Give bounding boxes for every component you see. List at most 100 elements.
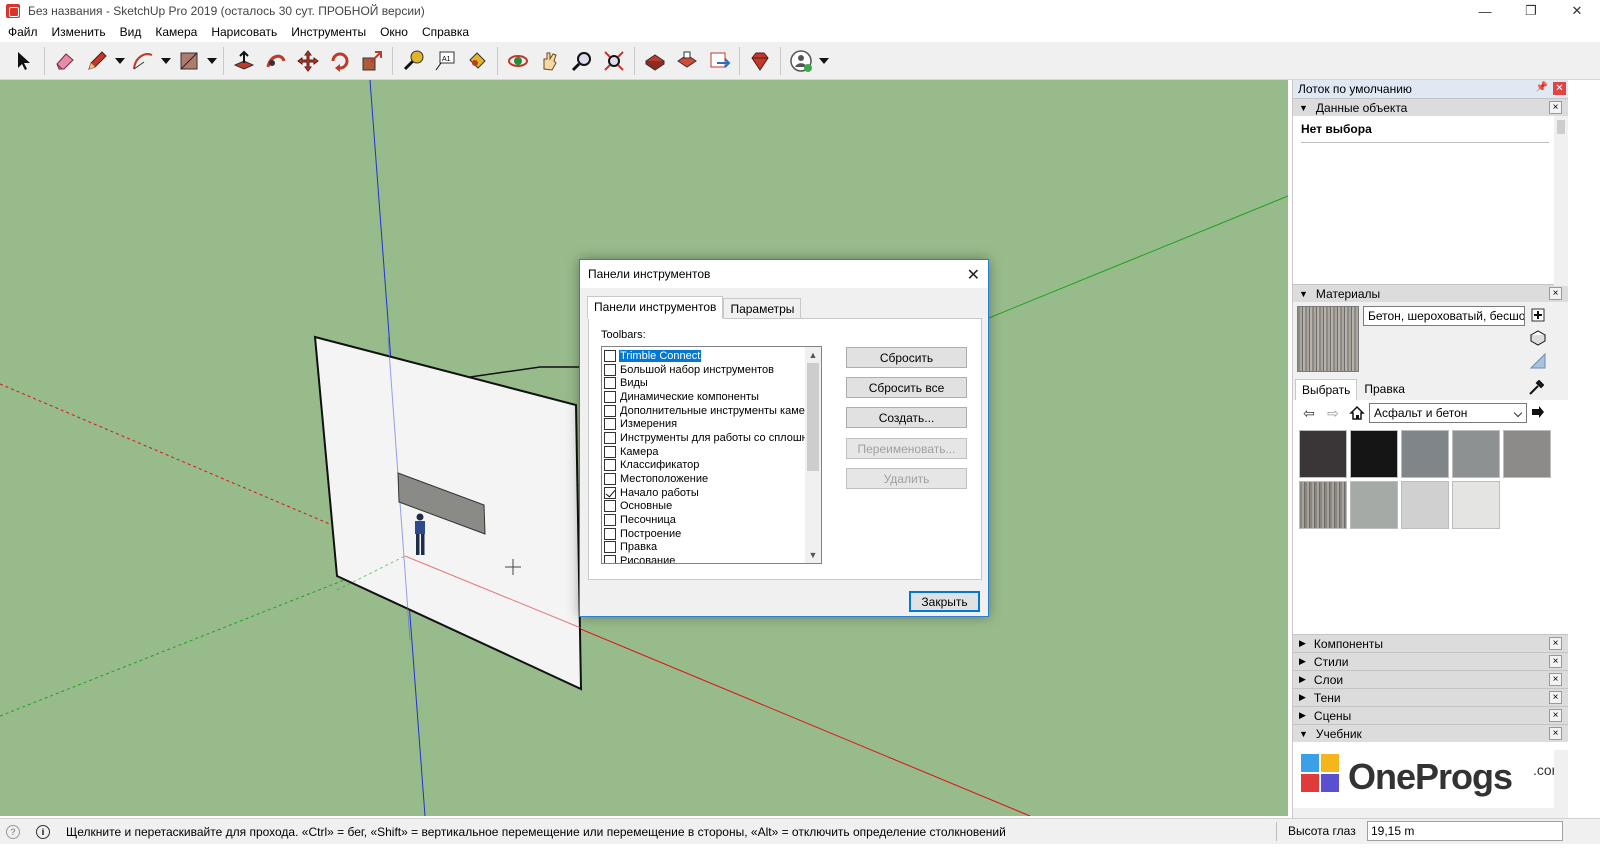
scale-icon[interactable] [356, 45, 388, 77]
toolbar-list-item[interactable]: Основные [602, 500, 821, 514]
components-header[interactable]: ▶ Компоненты × [1293, 634, 1568, 652]
material-swatch[interactable] [1350, 430, 1398, 478]
list-scrollbar[interactable]: ▲ ▼ [805, 347, 821, 563]
dialog-close-button[interactable]: Закрыть [909, 591, 980, 612]
toolbar-list-item[interactable]: Большой набор инструментов [602, 363, 821, 377]
toolbar-list-item[interactable]: Динамические компоненты [602, 390, 821, 404]
material-swatch[interactable] [1401, 481, 1449, 529]
toolbar-list-item[interactable]: Начало работы [602, 486, 821, 500]
measurements-input[interactable]: 19,15 m [1367, 821, 1563, 841]
toolbar-list-item[interactable]: Дополнительные инструменты камеры [602, 404, 821, 418]
toolbar-list-item[interactable]: Виды [602, 376, 821, 390]
entity-scrollbar[interactable] [1554, 116, 1568, 286]
zoom-extents-icon[interactable] [598, 45, 630, 77]
delete-button[interactable]: Удалить [846, 468, 967, 489]
panel-close-icon[interactable]: × [1549, 727, 1562, 740]
pin-icon[interactable]: 📌 [1536, 82, 1548, 93]
toolbar-list-item[interactable]: Trimble Connect [602, 348, 821, 363]
menu-view[interactable]: Вид [115, 25, 147, 39]
layers-header[interactable]: ▶ Слои × [1293, 670, 1568, 688]
toolbar-checkbox[interactable] [604, 431, 616, 444]
panel-close-icon[interactable]: × [1549, 691, 1562, 704]
menu-help[interactable]: Справка [417, 25, 474, 39]
toolbar-checkbox[interactable] [604, 418, 616, 431]
rectangle-icon[interactable] [173, 45, 205, 77]
toolbar-checkbox[interactable] [604, 500, 616, 513]
panel-close-icon[interactable]: × [1549, 655, 1562, 668]
panel-close-icon[interactable]: × [1549, 101, 1562, 114]
text-icon[interactable]: A1 [429, 45, 461, 77]
layout-icon[interactable] [703, 45, 735, 77]
material-swatch[interactable] [1401, 430, 1449, 478]
ruby-icon[interactable] [744, 45, 776, 77]
toolbar-checkbox[interactable] [604, 473, 616, 486]
toolbar-list-item[interactable]: Песочница [602, 513, 821, 527]
panel-close-icon[interactable]: × [1549, 287, 1562, 300]
toolbar-list-item[interactable]: Инструменты для работы со сплошными [602, 431, 821, 445]
toolbar-list-item[interactable]: Камера [602, 445, 821, 459]
toolbar-checkbox[interactable] [604, 404, 616, 417]
tab-options[interactable]: Параметры [723, 298, 802, 319]
rotate-icon[interactable] [324, 45, 356, 77]
toolbar-checkbox[interactable] [604, 514, 616, 527]
tape-measure-icon[interactable] [397, 45, 429, 77]
reset-all-button[interactable]: Сбросить все [846, 377, 967, 398]
menu-camera[interactable]: Камера [150, 25, 202, 39]
rectangle-dropdown[interactable] [205, 45, 219, 77]
arc-icon[interactable] [127, 45, 159, 77]
instructor-scrollbar[interactable] [1554, 750, 1568, 816]
material-name-field[interactable]: Бетон, шероховатый, бесшовный [1363, 306, 1525, 326]
panel-close-icon[interactable]: × [1549, 637, 1562, 650]
tab-edit[interactable]: Правка [1357, 378, 1412, 400]
toolbar-checkbox[interactable] [604, 555, 616, 563]
toolbar-checkbox[interactable] [604, 363, 616, 376]
toolbar-list-item[interactable]: Измерения [602, 417, 821, 431]
materials-header[interactable]: ▼ Материалы × [1293, 284, 1568, 302]
toolbar-checkbox[interactable] [604, 390, 616, 403]
eraser-icon[interactable] [49, 45, 81, 77]
toolbar-checkbox[interactable] [604, 527, 616, 540]
follow-me-icon[interactable] [260, 45, 292, 77]
forward-arrow-icon[interactable]: ⇨ [1323, 403, 1343, 423]
toolbars-list[interactable]: Trimble Connect Большой набор инструменто… [601, 346, 822, 564]
current-material-swatch[interactable] [1297, 306, 1359, 372]
toolbar-checkbox[interactable] [604, 541, 616, 554]
material-swatch[interactable] [1299, 430, 1347, 478]
toolbar-list-item[interactable]: Классификатор [602, 459, 821, 473]
menu-edit[interactable]: Изменить [47, 25, 111, 39]
extension-warehouse-icon[interactable] [671, 45, 703, 77]
sample-paint-icon[interactable] [1529, 352, 1547, 370]
panel-close-icon[interactable]: × [1549, 709, 1562, 722]
new-material-icon[interactable] [1529, 306, 1547, 324]
account-dropdown[interactable] [817, 45, 831, 77]
tab-select[interactable]: Выбрать [1295, 379, 1358, 400]
entity-info-header[interactable]: ▼ Данные объекта × [1293, 98, 1568, 116]
scroll-thumb[interactable] [807, 363, 819, 471]
toolbar-checkbox[interactable] [604, 377, 616, 390]
menu-draw[interactable]: Нарисовать [206, 25, 282, 39]
toolbar-checkbox[interactable] [604, 445, 616, 458]
toolbar-checkbox[interactable] [604, 349, 616, 362]
toolbar-checkbox[interactable] [604, 459, 616, 472]
toolbar-list-item[interactable]: Рисование [602, 554, 821, 563]
rename-button[interactable]: Переименовать... [846, 438, 967, 459]
tab-toolbars[interactable]: Панели инструментов [587, 296, 724, 319]
material-swatch[interactable] [1452, 481, 1500, 529]
toolbar-checkbox[interactable] [604, 486, 616, 499]
tray-close-button[interactable]: ✕ [1553, 82, 1566, 95]
menu-window[interactable]: Окно [375, 25, 413, 39]
menu-file[interactable]: Файл [3, 25, 43, 39]
styles-header[interactable]: ▶ Стили × [1293, 652, 1568, 670]
material-swatch[interactable] [1503, 430, 1551, 478]
zoom-icon[interactable] [566, 45, 598, 77]
minimize-button[interactable]: — [1462, 0, 1508, 22]
toolbar-list-item[interactable]: Местоположение [602, 472, 821, 486]
geolocation-icon[interactable]: ? [6, 824, 20, 839]
scenes-header[interactable]: ▶ Сцены × [1293, 706, 1568, 724]
orbit-icon[interactable] [502, 45, 534, 77]
menu-tools[interactable]: Инструменты [286, 25, 371, 39]
home-icon[interactable] [1347, 403, 1367, 423]
material-swatch[interactable] [1452, 430, 1500, 478]
scroll-down-icon[interactable]: ▼ [805, 547, 821, 563]
dialog-close-icon[interactable]: ✕ [967, 265, 980, 285]
